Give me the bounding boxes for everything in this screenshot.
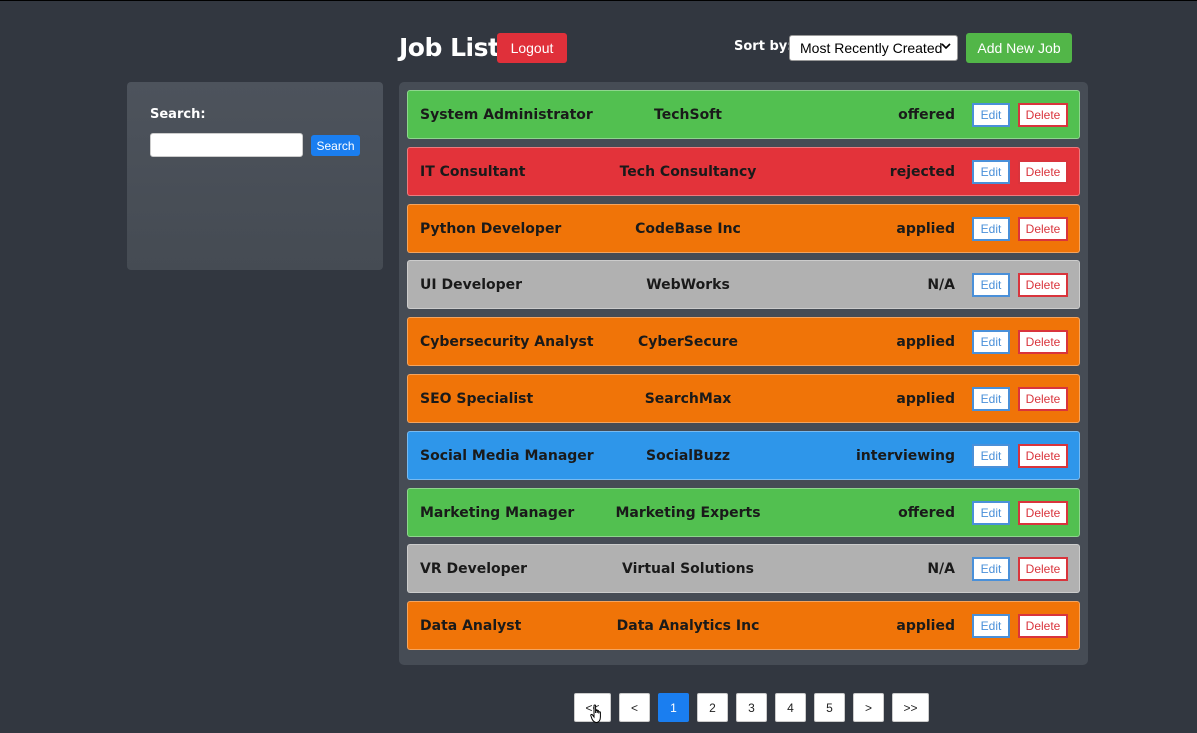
page-button-4[interactable]: 4	[775, 693, 806, 722]
job-title: System Administrator	[420, 107, 593, 123]
page-button-1[interactable]: 1	[658, 693, 689, 722]
delete-button[interactable]: Delete	[1018, 160, 1068, 184]
delete-button[interactable]: Delete	[1018, 217, 1068, 241]
job-title: Data Analyst	[420, 618, 522, 634]
next-page-button[interactable]: >	[853, 693, 884, 722]
job-status: applied	[896, 391, 955, 407]
search-panel: Search: Search	[127, 82, 383, 270]
search-label: Search:	[150, 107, 206, 122]
job-company-text: WebWorks	[646, 277, 730, 293]
job-title: Cybersecurity Analyst	[420, 334, 594, 350]
delete-button[interactable]: Delete	[1018, 273, 1068, 297]
last-page-button[interactable]: >>	[892, 693, 929, 722]
chevron-down-icon	[941, 41, 951, 54]
job-company-text: SearchMax	[644, 391, 732, 407]
logout-button[interactable]: Logout	[497, 33, 567, 63]
job-title: Marketing Manager	[420, 505, 575, 521]
sort-label: Sort by:	[734, 39, 793, 54]
job-status: N/A	[927, 561, 955, 577]
edit-button[interactable]: Edit	[972, 501, 1010, 525]
search-input[interactable]	[150, 133, 303, 157]
job-row: System Administrator TechSoft offered Ed…	[407, 90, 1080, 139]
job-row: IT Consultant Tech Consultancy rejected …	[407, 147, 1080, 196]
job-status: N/A	[927, 277, 955, 293]
job-row: VR Developer Virtual Solutions N/A Edit …	[407, 544, 1080, 593]
delete-button[interactable]: Delete	[1018, 614, 1068, 638]
job-company-text: SocialBuzz	[646, 448, 730, 464]
job-company-text: Tech Consultancy	[619, 164, 757, 180]
job-status: offered	[898, 107, 955, 123]
job-row: UI Developer WebWorks N/A Edit Delete	[407, 260, 1080, 309]
job-company-text: Virtual Solutions	[622, 561, 754, 577]
prev-page-button[interactable]: <	[619, 693, 650, 722]
job-company-text: TechSoft	[654, 107, 722, 123]
search-button[interactable]: Search	[311, 135, 360, 156]
edit-button[interactable]: Edit	[972, 160, 1010, 184]
job-status: applied	[896, 334, 955, 350]
job-title: Python Developer	[420, 221, 562, 237]
job-company-text: Data Analytics Inc	[616, 618, 760, 634]
job-company-text: Marketing Experts	[615, 505, 761, 521]
job-title: UI Developer	[420, 277, 523, 293]
delete-button[interactable]: Delete	[1018, 557, 1068, 581]
job-list-panel: System Administrator TechSoft offered Ed…	[399, 82, 1088, 665]
edit-button[interactable]: Edit	[972, 614, 1010, 638]
job-company-text: CyberSecure	[637, 334, 739, 350]
job-row: Social Media Manager SocialBuzz intervie…	[407, 431, 1080, 480]
edit-button[interactable]: Edit	[972, 217, 1010, 241]
job-row: Cybersecurity Analyst CyberSecure applie…	[407, 317, 1080, 366]
sort-selected-value: Most Recently Created	[800, 40, 943, 56]
delete-button[interactable]: Delete	[1018, 330, 1068, 354]
delete-button[interactable]: Delete	[1018, 387, 1068, 411]
hand-cursor-icon	[590, 704, 604, 728]
delete-button[interactable]: Delete	[1018, 103, 1068, 127]
edit-button[interactable]: Edit	[972, 330, 1010, 354]
job-status: interviewing	[856, 448, 955, 464]
delete-button[interactable]: Delete	[1018, 444, 1068, 468]
sort-select[interactable]: Most Recently Created	[789, 35, 958, 61]
edit-button[interactable]: Edit	[972, 444, 1010, 468]
job-status: rejected	[889, 164, 955, 180]
page-button-3[interactable]: 3	[736, 693, 767, 722]
job-row: Data Analyst Data Analytics Inc applied …	[407, 601, 1080, 650]
edit-button[interactable]: Edit	[972, 273, 1010, 297]
edit-button[interactable]: Edit	[972, 103, 1010, 127]
delete-button[interactable]: Delete	[1018, 501, 1068, 525]
job-title: SEO Specialist	[420, 391, 534, 407]
job-title: Social Media Manager	[420, 448, 594, 464]
job-status: applied	[896, 618, 955, 634]
job-row: Marketing Manager Marketing Experts offe…	[407, 488, 1080, 537]
page-button-2[interactable]: 2	[697, 693, 728, 722]
job-status: offered	[898, 505, 955, 521]
job-row: SEO Specialist SearchMax applied Edit De…	[407, 374, 1080, 423]
job-status: applied	[896, 221, 955, 237]
add-new-job-button[interactable]: Add New Job	[966, 33, 1072, 63]
job-title: VR Developer	[420, 561, 528, 577]
job-title: IT Consultant	[420, 164, 526, 180]
page-button-5[interactable]: 5	[814, 693, 845, 722]
job-company-text: CodeBase Inc	[635, 221, 741, 237]
job-row: Python Developer CodeBase Inc applied Ed…	[407, 204, 1080, 253]
page-title: Job List	[399, 33, 500, 62]
edit-button[interactable]: Edit	[972, 557, 1010, 581]
edit-button[interactable]: Edit	[972, 387, 1010, 411]
